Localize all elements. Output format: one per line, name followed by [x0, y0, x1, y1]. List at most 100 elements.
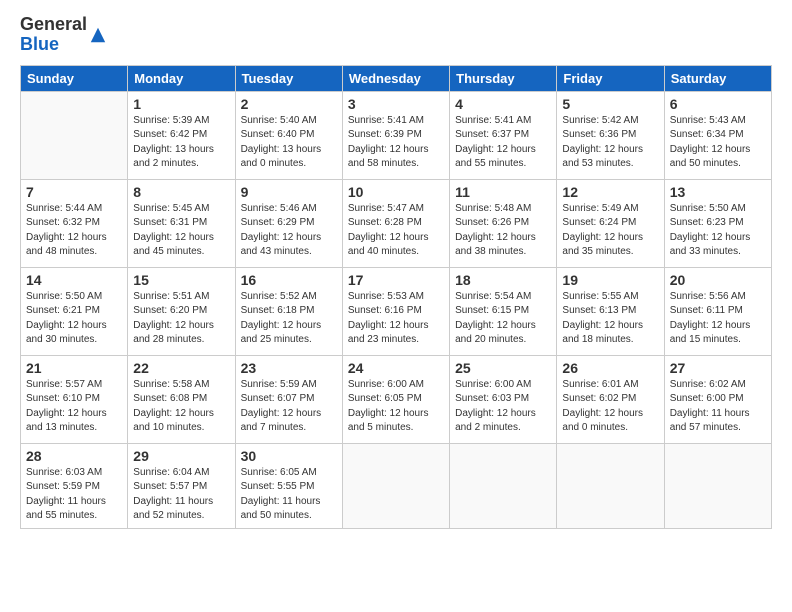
day-number: 5: [562, 96, 658, 112]
day-info: Sunrise: 6:00 AM Sunset: 6:03 PM Dayligh…: [455, 378, 551, 436]
day-info: Sunrise: 5:44 AM Sunset: 6:32 PM Dayligh…: [26, 202, 122, 260]
weekday-header-saturday: Saturday: [664, 65, 771, 91]
calendar-cell: 11 Sunrise: 5:48 AM Sunset: 6:26 PM Dayli…: [450, 179, 557, 267]
day-number: 20: [670, 272, 766, 288]
day-info: Sunrise: 5:39 AM Sunset: 6:42 PM Dayligh…: [133, 114, 229, 172]
day-info: Sunrise: 5:52 AM Sunset: 6:18 PM Dayligh…: [241, 290, 337, 348]
day-number: 16: [241, 272, 337, 288]
calendar-cell: 12Sunrise: 5:49 AM Sunset: 6:24 PM Dayli…: [557, 179, 664, 267]
calendar-cell: 2 Sunrise: 5:40 AM Sunset: 6:40 PM Daylig…: [235, 91, 342, 179]
day-number: 15: [133, 272, 229, 288]
calendar-week-3: 14 Sunrise: 5:50 AM Sunset: 6:21 PM Dayli…: [21, 267, 772, 355]
day-info: Sunrise: 5:48 AM Sunset: 6:26 PM Dayligh…: [455, 202, 551, 260]
logo-text: General Blue: [20, 15, 87, 55]
day-info: Sunrise: 5:42 AM Sunset: 6:36 PM Dayligh…: [562, 114, 658, 172]
day-number: 1: [133, 96, 229, 112]
calendar-cell: 15 Sunrise: 5:51 AM Sunset: 6:20 PM Dayli…: [128, 267, 235, 355]
day-number: 14: [26, 272, 122, 288]
calendar-page: General Blue SundayMondayTuesdayWednesda…: [0, 0, 792, 612]
calendar-cell: 24 Sunrise: 6:00 AM Sunset: 6:05 PM Dayli…: [342, 355, 449, 443]
day-number: 9: [241, 184, 337, 200]
day-number: 23: [241, 360, 337, 376]
calendar-week-4: 21 Sunrise: 5:57 AM Sunset: 6:10 PM Dayli…: [21, 355, 772, 443]
day-info: Sunrise: 5:56 AM Sunset: 6:11 PM Dayligh…: [670, 290, 766, 348]
day-info: Sunrise: 6:00 AM Sunset: 6:05 PM Dayligh…: [348, 378, 444, 436]
calendar-cell: 27Sunrise: 6:02 AM Sunset: 6:00 PM Dayli…: [664, 355, 771, 443]
calendar-cell: 17Sunrise: 5:53 AM Sunset: 6:16 PM Dayli…: [342, 267, 449, 355]
calendar-cell: 20 Sunrise: 5:56 AM Sunset: 6:11 PM Dayli…: [664, 267, 771, 355]
calendar-cell: 14 Sunrise: 5:50 AM Sunset: 6:21 PM Dayli…: [21, 267, 128, 355]
calendar-week-2: 7 Sunrise: 5:44 AM Sunset: 6:32 PM Daylig…: [21, 179, 772, 267]
day-info: Sunrise: 5:45 AM Sunset: 6:31 PM Dayligh…: [133, 202, 229, 260]
calendar-cell: 10 Sunrise: 5:47 AM Sunset: 6:28 PM Dayli…: [342, 179, 449, 267]
calendar-cell: 8 Sunrise: 5:45 AM Sunset: 6:31 PM Daylig…: [128, 179, 235, 267]
calendar-cell: [450, 443, 557, 528]
calendar-cell: 7 Sunrise: 5:44 AM Sunset: 6:32 PM Daylig…: [21, 179, 128, 267]
day-info: Sunrise: 5:59 AM Sunset: 6:07 PM Dayligh…: [241, 378, 337, 436]
weekday-header-row: SundayMondayTuesdayWednesdayThursdayFrid…: [21, 65, 772, 91]
day-info: Sunrise: 5:46 AM Sunset: 6:29 PM Dayligh…: [241, 202, 337, 260]
calendar-cell: 4 Sunrise: 5:41 AM Sunset: 6:37 PM Daylig…: [450, 91, 557, 179]
calendar-cell: [664, 443, 771, 528]
day-number: 8: [133, 184, 229, 200]
day-info: Sunrise: 5:53 AM Sunset: 6:16 PM Dayligh…: [348, 290, 444, 348]
day-info: Sunrise: 5:40 AM Sunset: 6:40 PM Dayligh…: [241, 114, 337, 172]
day-info: Sunrise: 5:51 AM Sunset: 6:20 PM Dayligh…: [133, 290, 229, 348]
logo-icon: [89, 26, 107, 44]
day-number: 26: [562, 360, 658, 376]
day-info: Sunrise: 5:47 AM Sunset: 6:28 PM Dayligh…: [348, 202, 444, 260]
day-number: 24: [348, 360, 444, 376]
calendar-cell: 25 Sunrise: 6:00 AM Sunset: 6:03 PM Dayli…: [450, 355, 557, 443]
day-info: Sunrise: 5:54 AM Sunset: 6:15 PM Dayligh…: [455, 290, 551, 348]
logo-blue: Blue: [20, 34, 59, 54]
day-number: 2: [241, 96, 337, 112]
day-number: 27: [670, 360, 766, 376]
calendar-cell: 21 Sunrise: 5:57 AM Sunset: 6:10 PM Dayli…: [21, 355, 128, 443]
day-number: 7: [26, 184, 122, 200]
day-info: Sunrise: 6:04 AM Sunset: 5:57 PM Dayligh…: [133, 466, 229, 524]
logo: General Blue: [20, 15, 107, 55]
day-info: Sunrise: 5:50 AM Sunset: 6:21 PM Dayligh…: [26, 290, 122, 348]
calendar-cell: 13Sunrise: 5:50 AM Sunset: 6:23 PM Dayli…: [664, 179, 771, 267]
day-number: 12: [562, 184, 658, 200]
weekday-header-tuesday: Tuesday: [235, 65, 342, 91]
calendar-cell: [557, 443, 664, 528]
day-info: Sunrise: 5:50 AM Sunset: 6:23 PM Dayligh…: [670, 202, 766, 260]
day-info: Sunrise: 6:03 AM Sunset: 5:59 PM Dayligh…: [26, 466, 122, 524]
day-number: 4: [455, 96, 551, 112]
day-info: Sunrise: 5:41 AM Sunset: 6:39 PM Dayligh…: [348, 114, 444, 172]
calendar-cell: 23 Sunrise: 5:59 AM Sunset: 6:07 PM Dayli…: [235, 355, 342, 443]
day-number: 29: [133, 448, 229, 464]
day-number: 11: [455, 184, 551, 200]
calendar-cell: [342, 443, 449, 528]
calendar-cell: 29 Sunrise: 6:04 AM Sunset: 5:57 PM Dayli…: [128, 443, 235, 528]
logo-general: General: [20, 15, 87, 35]
day-number: 21: [26, 360, 122, 376]
calendar-cell: 18 Sunrise: 5:54 AM Sunset: 6:15 PM Dayli…: [450, 267, 557, 355]
calendar-cell: 3Sunrise: 5:41 AM Sunset: 6:39 PM Daylig…: [342, 91, 449, 179]
day-number: 30: [241, 448, 337, 464]
calendar-cell: [21, 91, 128, 179]
calendar-cell: 28 Sunrise: 6:03 AM Sunset: 5:59 PM Dayli…: [21, 443, 128, 528]
day-number: 18: [455, 272, 551, 288]
day-info: Sunrise: 6:05 AM Sunset: 5:55 PM Dayligh…: [241, 466, 337, 524]
day-number: 19: [562, 272, 658, 288]
day-info: Sunrise: 5:58 AM Sunset: 6:08 PM Dayligh…: [133, 378, 229, 436]
calendar-cell: 19Sunrise: 5:55 AM Sunset: 6:13 PM Dayli…: [557, 267, 664, 355]
calendar-cell: 22Sunrise: 5:58 AM Sunset: 6:08 PM Dayli…: [128, 355, 235, 443]
calendar-cell: 16 Sunrise: 5:52 AM Sunset: 6:18 PM Dayli…: [235, 267, 342, 355]
day-number: 10: [348, 184, 444, 200]
weekday-header-thursday: Thursday: [450, 65, 557, 91]
day-info: Sunrise: 6:01 AM Sunset: 6:02 PM Dayligh…: [562, 378, 658, 436]
calendar-cell: 1 Sunrise: 5:39 AM Sunset: 6:42 PM Daylig…: [128, 91, 235, 179]
day-info: Sunrise: 5:41 AM Sunset: 6:37 PM Dayligh…: [455, 114, 551, 172]
day-number: 25: [455, 360, 551, 376]
day-info: Sunrise: 5:57 AM Sunset: 6:10 PM Dayligh…: [26, 378, 122, 436]
day-info: Sunrise: 5:43 AM Sunset: 6:34 PM Dayligh…: [670, 114, 766, 172]
calendar-cell: 30 Sunrise: 6:05 AM Sunset: 5:55 PM Dayli…: [235, 443, 342, 528]
calendar-week-1: 1 Sunrise: 5:39 AM Sunset: 6:42 PM Daylig…: [21, 91, 772, 179]
weekday-header-friday: Friday: [557, 65, 664, 91]
calendar-cell: 9 Sunrise: 5:46 AM Sunset: 6:29 PM Daylig…: [235, 179, 342, 267]
day-number: 28: [26, 448, 122, 464]
page-header: General Blue: [20, 15, 772, 55]
